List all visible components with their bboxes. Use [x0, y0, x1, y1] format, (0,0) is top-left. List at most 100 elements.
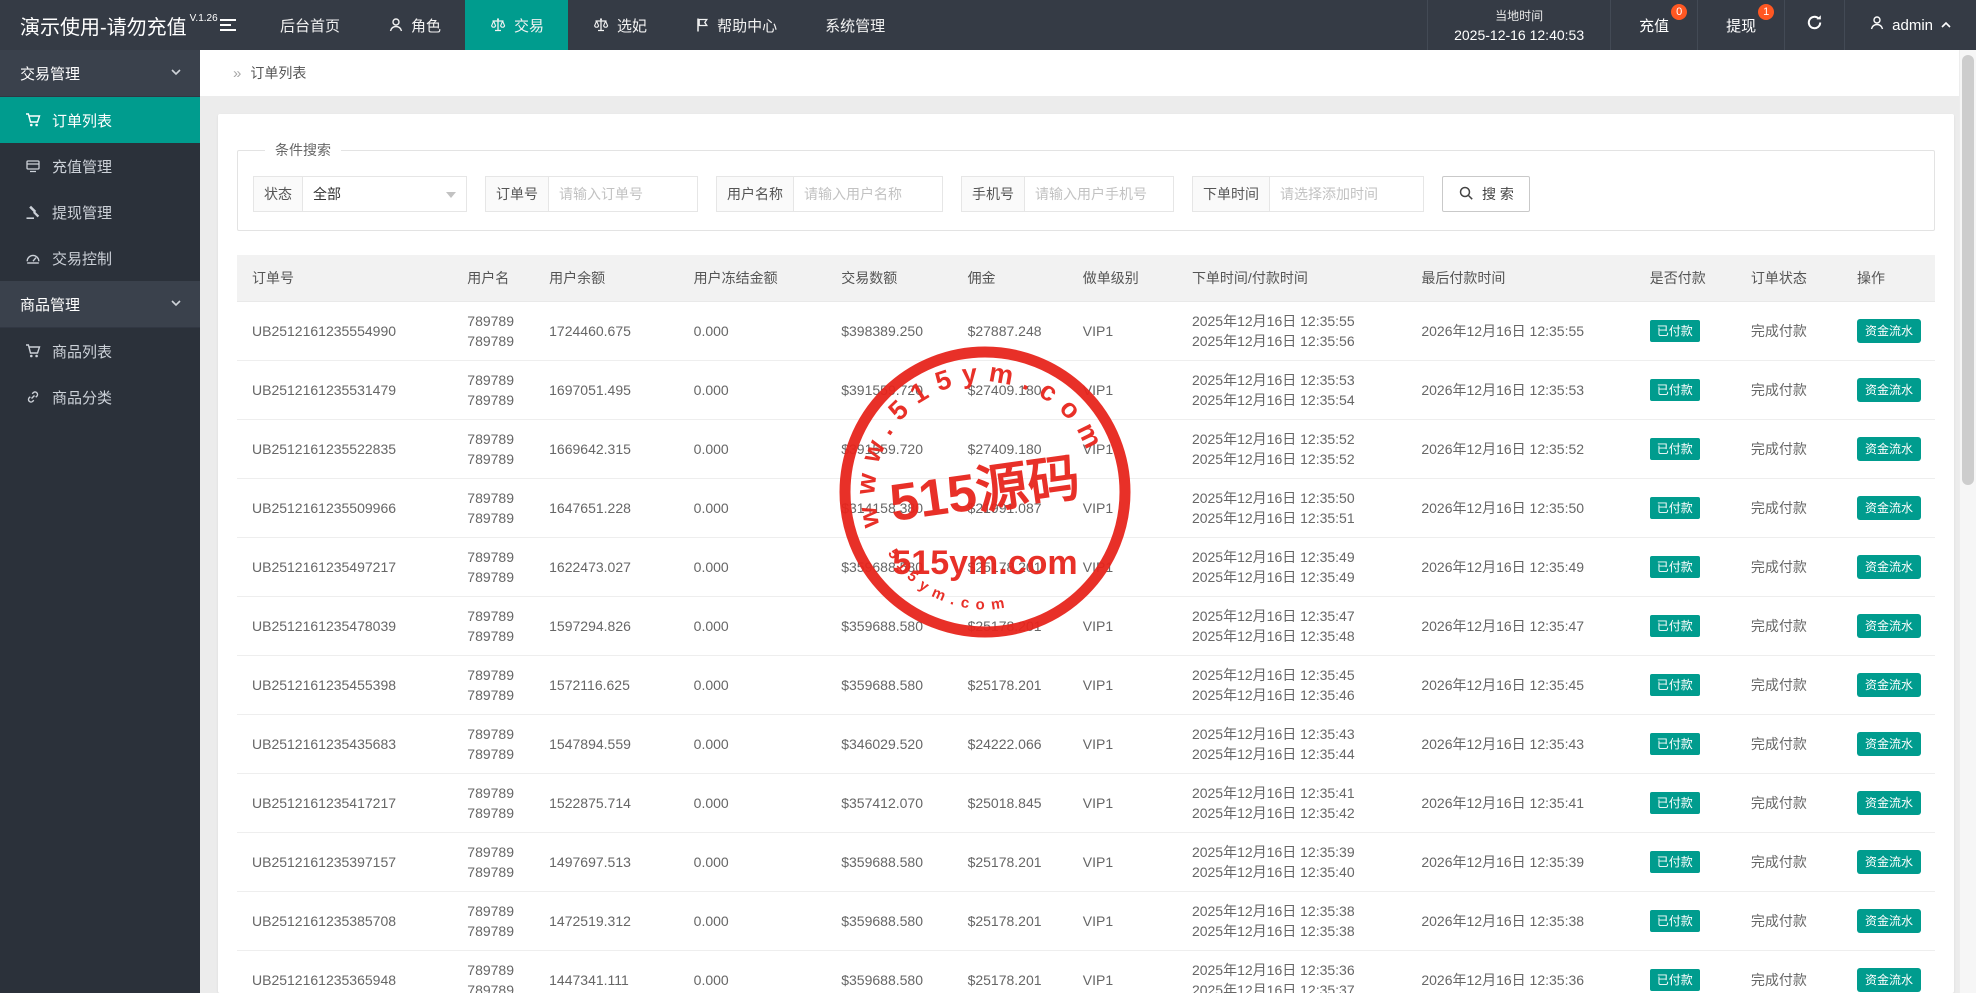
username-input[interactable]	[793, 176, 943, 212]
table-row: UB2512161235531479 789789 789789 1697051.…	[237, 360, 1935, 420]
column-header: 订单状态	[1735, 255, 1842, 302]
cell-last-pay-time: 2026年12月16日 12:35:41	[1406, 773, 1635, 833]
cell-level: VIP1	[1067, 419, 1177, 479]
nav-item-home[interactable]: 后台首页	[256, 0, 364, 50]
nav-item-system[interactable]: 系统管理	[801, 0, 909, 50]
phone-input[interactable]	[1024, 176, 1174, 212]
cell-order-pay-time: 2025年12月16日 12:35:38 2025年12月16日 12:35:38	[1176, 891, 1407, 951]
cell-last-pay-time: 2026年12月16日 12:35:55	[1406, 301, 1635, 361]
cell-order-no: UB2512161235435683	[237, 714, 453, 774]
order-time-input[interactable]	[1269, 176, 1424, 212]
cell-frozen: 0.000	[678, 832, 827, 892]
cell-username: 789789 789789	[452, 360, 535, 420]
cell-amount: $314158.380	[826, 478, 953, 538]
recharge-icon	[24, 158, 42, 174]
cell-amount: $391559.720	[826, 360, 953, 420]
search-button[interactable]: 搜 索	[1442, 176, 1530, 212]
sidebar-item[interactable]: 商品列表	[0, 328, 200, 374]
withdraw-count-badge: 1	[1758, 4, 1775, 20]
paid-status-badge: 已付款	[1649, 969, 1700, 991]
fund-flow-button[interactable]: 资金流水	[1856, 378, 1921, 402]
cell-frozen: 0.000	[678, 891, 827, 951]
top-navbar: 演示使用-请勿充值 V.1.26 后台首页 角色 交易 选妃 帮助中心 系统管理 …	[0, 0, 1976, 50]
vertical-scrollbar[interactable]	[1959, 50, 1976, 993]
cell-last-pay-time: 2026年12月16日 12:35:43	[1406, 714, 1635, 774]
cell-order-status: 完成付款	[1735, 360, 1842, 420]
cell-username: 789789 789789	[452, 891, 535, 951]
fund-flow-button[interactable]: 资金流水	[1856, 968, 1921, 992]
sidebar-item[interactable]: 提现管理	[0, 189, 200, 235]
cell-order-no: UB2512161235509966	[237, 478, 453, 538]
cell-level: VIP1	[1067, 714, 1177, 774]
sidebar-item[interactable]: 充值管理	[0, 143, 200, 189]
status-select[interactable]: 全部	[302, 176, 467, 212]
fund-flow-button[interactable]: 资金流水	[1856, 555, 1921, 579]
fund-flow-button[interactable]: 资金流水	[1856, 437, 1921, 461]
cell-last-pay-time: 2026年12月16日 12:35:36	[1406, 950, 1635, 993]
fund-flow-button[interactable]: 资金流水	[1856, 732, 1921, 756]
sidebar-group-label: 商品管理	[20, 296, 81, 314]
fund-flow-button[interactable]: 资金流水	[1856, 791, 1921, 815]
cell-frozen: 0.000	[678, 714, 827, 774]
sidebar-group-header[interactable]: 交易管理	[0, 50, 200, 97]
recharge-nav-button[interactable]: 充值 0	[1611, 0, 1699, 50]
nav-item-label: 后台首页	[280, 17, 341, 35]
order-no-input[interactable]	[548, 176, 698, 212]
cell-paid: 已付款	[1634, 537, 1736, 597]
paid-status-badge: 已付款	[1649, 792, 1700, 814]
cell-balance: 1472519.312	[534, 891, 679, 951]
fund-flow-button[interactable]: 资金流水	[1856, 614, 1921, 638]
cell-username: 789789 789789	[452, 537, 535, 597]
refresh-button[interactable]	[1785, 0, 1846, 50]
nav-item-role[interactable]: 角色	[364, 0, 465, 50]
cell-level: VIP1	[1067, 773, 1177, 833]
column-header: 最后付款时间	[1406, 255, 1635, 302]
paid-status-badge: 已付款	[1649, 851, 1700, 873]
cell-commission: $27409.180	[952, 419, 1068, 479]
scrollbar-thumb[interactable]	[1962, 55, 1974, 485]
status-selected-value: 全部	[313, 186, 341, 202]
user-menu[interactable]: admin	[1845, 0, 1976, 50]
paid-status-badge: 已付款	[1649, 320, 1700, 342]
cell-action: 资金流水	[1841, 950, 1935, 993]
caret-up-icon	[1940, 17, 1952, 34]
column-header: 订单号	[237, 255, 453, 302]
fund-flow-button[interactable]: 资金流水	[1856, 673, 1921, 697]
sidebar-group-header[interactable]: 商品管理	[0, 281, 200, 328]
cell-commission: $25178.201	[952, 891, 1068, 951]
withdraw-nav-button[interactable]: 提现 1	[1698, 0, 1786, 50]
nav-item-xuanfei[interactable]: 选妃	[568, 0, 671, 50]
cell-commission: $24222.066	[952, 714, 1068, 774]
nav-item-trade[interactable]: 交易	[465, 0, 569, 50]
cell-username: 789789 789789	[452, 950, 535, 993]
hamburger-menu-icon[interactable]	[200, 0, 256, 50]
cell-order-status: 完成付款	[1735, 655, 1842, 715]
nav-item-label: 系统管理	[825, 17, 886, 35]
cell-balance: 1724460.675	[534, 301, 679, 361]
fund-flow-button[interactable]: 资金流水	[1856, 909, 1921, 933]
cell-level: VIP1	[1067, 537, 1177, 597]
fund-flow-button[interactable]: 资金流水	[1856, 496, 1921, 520]
fund-flow-button[interactable]: 资金流水	[1856, 319, 1921, 343]
cell-order-status: 完成付款	[1735, 419, 1842, 479]
sidebar-item[interactable]: 交易控制	[0, 235, 200, 281]
cell-paid: 已付款	[1634, 360, 1736, 420]
sidebar-item[interactable]: 商品分类	[0, 374, 200, 420]
cell-amount: $357412.070	[826, 773, 953, 833]
order-time-field: 下单时间	[1192, 176, 1424, 212]
fund-flow-button[interactable]: 资金流水	[1856, 850, 1921, 874]
nav-item-help[interactable]: 帮助中心	[671, 0, 801, 50]
cell-action: 资金流水	[1841, 891, 1935, 951]
nav-item-label: 选妃	[617, 17, 648, 35]
cell-level: VIP1	[1067, 301, 1177, 361]
cell-level: VIP1	[1067, 655, 1177, 715]
cell-order-no: UB2512161235455398	[237, 655, 453, 715]
cell-last-pay-time: 2026年12月16日 12:35:53	[1406, 360, 1635, 420]
sidebar-item[interactable]: 订单列表	[0, 97, 200, 143]
cell-action: 资金流水	[1841, 419, 1935, 479]
cell-order-pay-time: 2025年12月16日 12:35:43 2025年12月16日 12:35:44	[1176, 714, 1407, 774]
cell-balance: 1622473.027	[534, 537, 679, 597]
cell-order-pay-time: 2025年12月16日 12:35:47 2025年12月16日 12:35:48	[1176, 596, 1407, 656]
cell-order-pay-time: 2025年12月16日 12:35:50 2025年12月16日 12:35:51	[1176, 478, 1407, 538]
sidebar-item-label: 充值管理	[52, 158, 113, 176]
